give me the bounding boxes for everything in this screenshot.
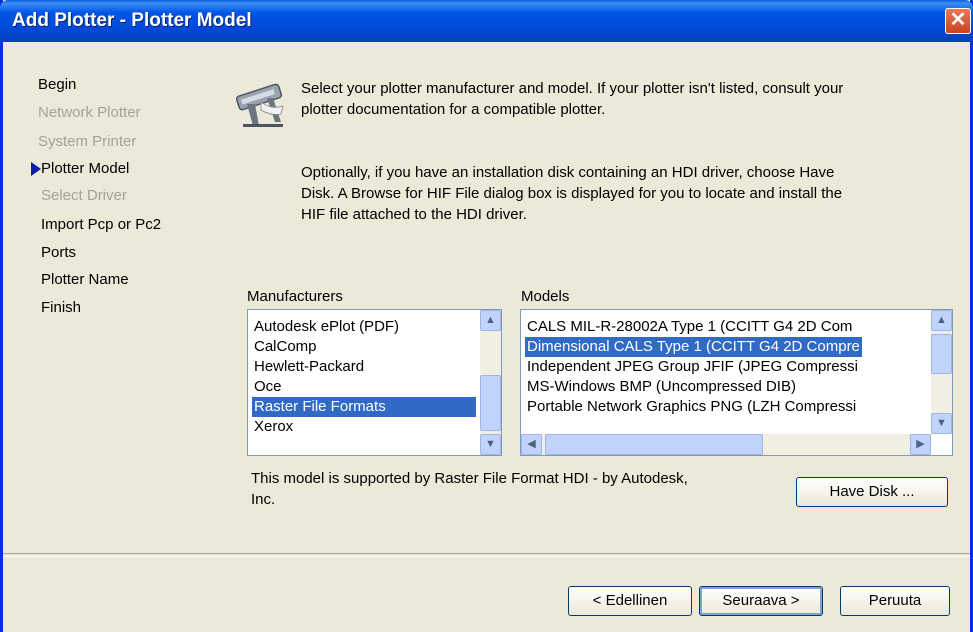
description-have-disk: Optionally, if you have an installation …: [301, 164, 843, 223]
separator: [3, 553, 970, 557]
step-plotter-name: Plotter Name: [41, 271, 129, 288]
scroll-up-icon[interactable]: ▲: [931, 310, 952, 331]
models-hscrollbar[interactable]: ◀ ▶: [521, 434, 931, 455]
model-item[interactable]: Independent JPEG Group JFIF (JPEG Compre…: [525, 357, 860, 377]
cancel-button[interactable]: Peruuta: [840, 586, 950, 616]
model-item[interactable]: Portable Network Graphics PNG (LZH Compr…: [525, 397, 858, 417]
manufacturers-scrollbar[interactable]: ▲ ▼: [480, 310, 501, 455]
models-listbox[interactable]: CALS MIL-R-28002A Type 1 (CCITT G4 2D Co…: [520, 309, 953, 456]
step-ports: Ports: [41, 244, 77, 261]
scroll-right-icon[interactable]: ▶: [910, 434, 931, 455]
step-select-driver: Select Driver: [41, 187, 127, 204]
description-intro: Select your plotter manufacturer and mod…: [301, 80, 844, 118]
step-import-pcp: Import Pcp or Pc2: [41, 216, 162, 233]
title-bar[interactable]: Add Plotter - Plotter Model ✕: [0, 0, 973, 42]
manufacturers-listbox[interactable]: Autodesk ePlot (PDF) CalComp Hewlett-Pac…: [247, 309, 502, 456]
scroll-down-icon[interactable]: ▼: [480, 434, 501, 455]
next-button[interactable]: Seuraava >: [699, 586, 823, 616]
manufacturers-label: Manufacturers: [247, 288, 343, 305]
manufacturer-item-selected[interactable]: Raster File Formats: [252, 397, 476, 417]
add-plotter-dialog: Add Plotter - Plotter Model ✕ Begin Netw…: [0, 0, 973, 632]
manufacturer-item[interactable]: CalComp: [252, 337, 319, 357]
manufacturer-item[interactable]: Hewlett-Packard: [252, 357, 366, 377]
current-step-arrow-icon: [31, 162, 41, 176]
models-label: Models: [521, 288, 570, 305]
model-item[interactable]: CALS MIL-R-28002A Type 1 (CCITT G4 2D Co…: [525, 317, 854, 337]
scroll-thumb[interactable]: [480, 375, 501, 431]
plotter-icon: [235, 83, 284, 127]
scroll-thumb[interactable]: [545, 434, 763, 455]
step-plotter-model: Plotter Model: [41, 160, 130, 177]
models-vscrollbar[interactable]: ▲ ▼: [931, 310, 952, 434]
step-begin: Begin: [38, 76, 77, 93]
manufacturer-item[interactable]: Oce: [252, 377, 284, 397]
step-network-plotter: Network Plotter: [38, 104, 141, 121]
scroll-down-icon[interactable]: ▼: [931, 413, 952, 434]
step-system-printer: System Printer: [38, 133, 137, 150]
have-disk-button[interactable]: Have Disk ...: [796, 477, 948, 507]
model-item-selected[interactable]: Dimensional CALS Type 1 (CCITT G4 2D Com…: [525, 337, 862, 357]
step-finish: Finish: [41, 299, 82, 316]
window-title: Add Plotter - Plotter Model: [12, 10, 252, 31]
scroll-left-icon[interactable]: ◀: [521, 434, 542, 455]
manufacturer-item[interactable]: Autodesk ePlot (PDF): [252, 317, 401, 337]
manufacturer-item[interactable]: Xerox: [252, 417, 295, 437]
scroll-up-icon[interactable]: ▲: [480, 310, 501, 331]
support-text: This model is supported by Raster File F…: [251, 470, 688, 508]
model-item[interactable]: MS-Windows BMP (Uncompressed DIB): [525, 377, 798, 397]
close-icon[interactable]: ✕: [945, 8, 971, 34]
scroll-thumb[interactable]: [931, 334, 952, 374]
back-button[interactable]: < Edellinen: [568, 586, 692, 616]
